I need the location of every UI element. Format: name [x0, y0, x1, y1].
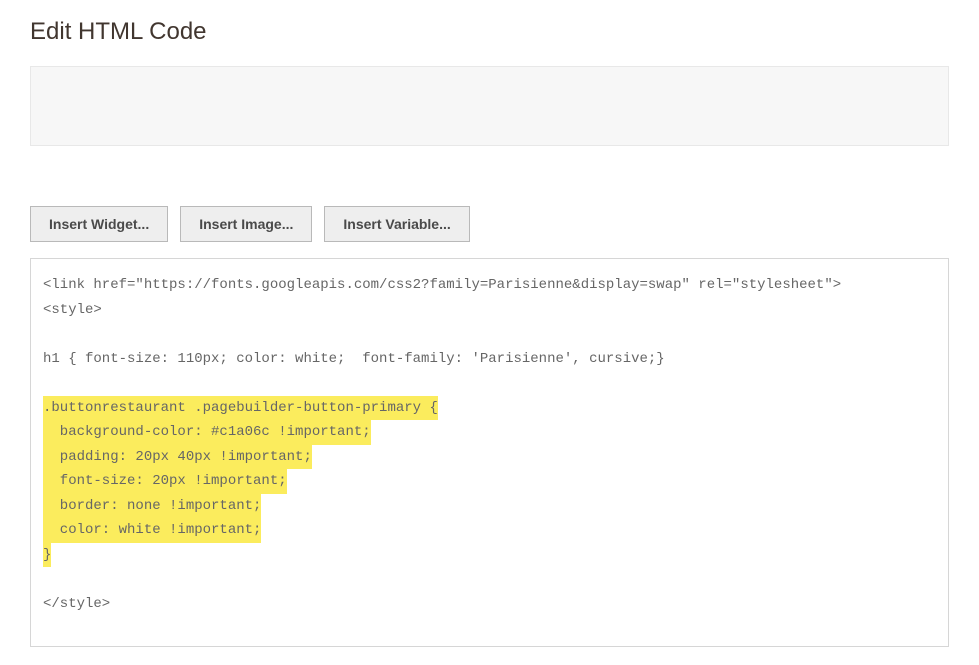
insert-toolbar: Insert Widget... Insert Image... Insert … — [30, 206, 949, 242]
code-line-highlight: background-color: #c1a06c !important; — [43, 420, 371, 445]
insert-variable-button[interactable]: Insert Variable... — [324, 206, 469, 242]
insert-widget-button[interactable]: Insert Widget... — [30, 206, 168, 242]
code-line-highlight: } — [43, 543, 51, 568]
code-line: <link href="https://fonts.googleapis.com… — [43, 277, 841, 293]
code-line: <style> — [43, 302, 102, 318]
code-line-highlight: .buttonrestaurant .pagebuilder-button-pr… — [43, 396, 438, 421]
code-line-highlight: padding: 20px 40px !important; — [43, 445, 312, 470]
code-line-highlight: border: none !important; — [43, 494, 261, 519]
code-line: </style> — [43, 596, 110, 612]
page-title: Edit HTML Code — [30, 18, 949, 46]
code-line-highlight: color: white !important; — [43, 518, 261, 543]
insert-image-button[interactable]: Insert Image... — [180, 206, 312, 242]
html-code-textarea[interactable]: <link href="https://fonts.googleapis.com… — [30, 258, 949, 647]
code-line-highlight: font-size: 20px !important; — [43, 469, 287, 494]
code-line: h1 { font-size: 110px; color: white; fon… — [43, 351, 665, 367]
editor-panel-placeholder — [30, 66, 949, 146]
